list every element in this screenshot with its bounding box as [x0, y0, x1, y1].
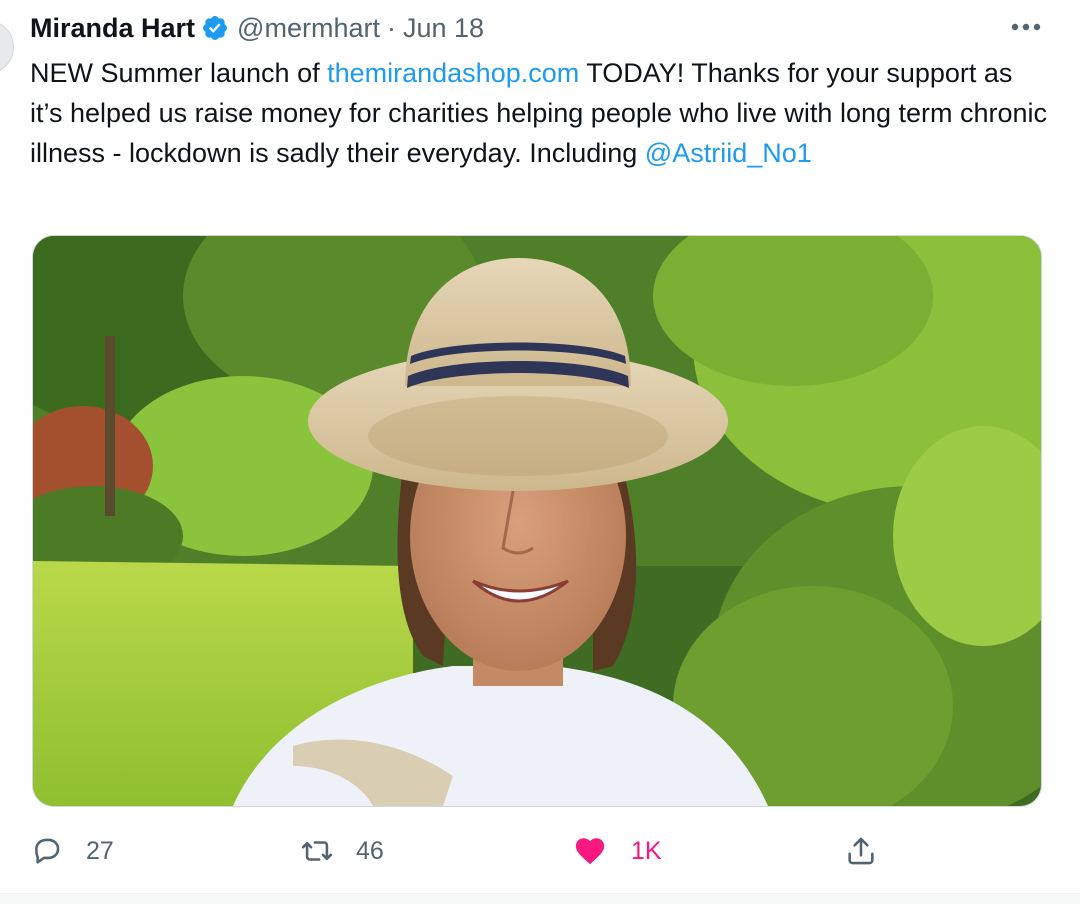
- share-icon: [848, 837, 874, 865]
- tweet-text-part: NEW Summer launch of: [30, 58, 328, 88]
- shop-link[interactable]: themirandashop.com: [327, 58, 579, 88]
- reply-count: 27: [86, 836, 114, 865]
- next-tweet-edge: [0, 894, 1080, 904]
- more-options-button[interactable]: [1008, 14, 1044, 40]
- retweet-icon: [301, 841, 333, 861]
- like-count: 1K: [631, 836, 662, 865]
- tweet-date[interactable]: Jun 18: [403, 13, 484, 44]
- retweet-button[interactable]: 46: [300, 828, 384, 874]
- author-handle[interactable]: @mermhart: [237, 13, 380, 44]
- avatar[interactable]: [0, 20, 14, 74]
- like-icon: [575, 838, 605, 865]
- mention-link[interactable]: @Astriid_No1: [645, 138, 812, 168]
- verified-badge-icon: [203, 16, 228, 40]
- reply-icon: [35, 838, 60, 864]
- like-button[interactable]: 1K: [573, 828, 662, 874]
- retweet-count: 46: [356, 836, 384, 865]
- separator-dot: ·: [386, 12, 396, 43]
- tweet-photo[interactable]: [32, 235, 1042, 807]
- more-icon: [1011, 23, 1041, 31]
- reply-button[interactable]: 27: [30, 828, 114, 874]
- tweet-actions: 27 46 1K: [30, 828, 1050, 874]
- author-name[interactable]: Miranda Hart: [30, 13, 195, 44]
- tweet-header: Miranda Hart @mermhart · Jun 18: [30, 10, 484, 46]
- share-button[interactable]: [844, 828, 878, 874]
- tweet-text: NEW Summer launch of themirandashop.com …: [30, 53, 1050, 173]
- photo-image: [33, 236, 1041, 806]
